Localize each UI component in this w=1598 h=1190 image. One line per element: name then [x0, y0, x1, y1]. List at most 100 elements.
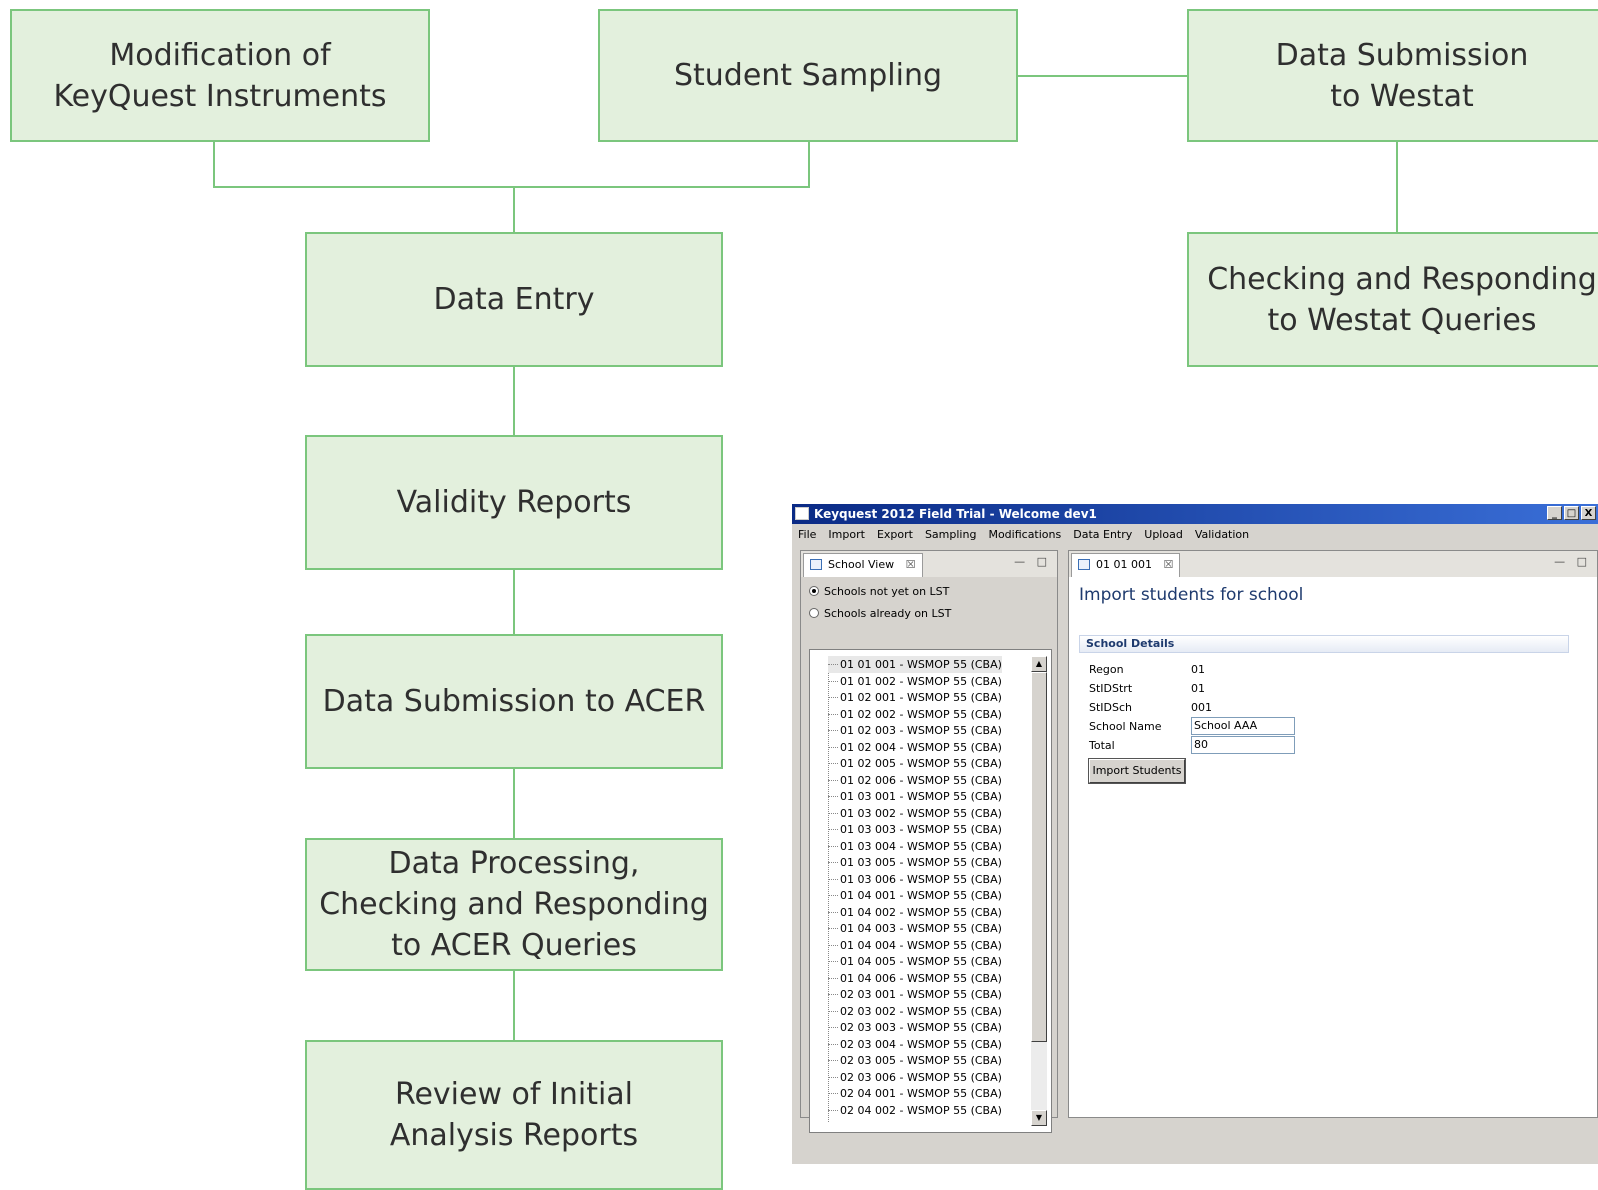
tree-item-school[interactable]: 01 04 004 - WSMOP 55 (CBA) [828, 937, 1002, 954]
close-button[interactable]: X [1581, 506, 1596, 520]
menu-modifications[interactable]: Modifications [982, 524, 1067, 546]
vertical-scrollbar[interactable]: ▲ ▼ [1031, 656, 1047, 1126]
panel-minmax-icons[interactable]: — □ [1554, 555, 1591, 568]
tree-item-school[interactable]: 01 02 003 - WSMOP 55 (CBA) [828, 722, 1002, 739]
window-title: Keyquest 2012 Field Trial - Welcome dev1 [814, 507, 1097, 521]
minimize-button[interactable]: _ [1547, 506, 1562, 520]
scroll-up-icon[interactable]: ▲ [1031, 656, 1047, 672]
node-checking-westat: Checking and Responding to Westat Querie… [1187, 232, 1598, 367]
scroll-down-icon[interactable]: ▼ [1031, 1110, 1047, 1126]
tab-label: School View [828, 558, 895, 571]
tree-item-school[interactable]: 01 04 003 - WSMOP 55 (CBA) [828, 920, 1002, 937]
tree-item-school[interactable]: 02 04 002 - WSMOP 55 (CBA) [828, 1102, 1002, 1119]
region-label: Regon [1089, 663, 1124, 676]
node-modification: Modification of KeyQuest Instruments [10, 9, 430, 142]
tree-item-school[interactable]: 01 04 002 - WSMOP 55 (CBA) [828, 904, 1002, 921]
total-label: Total [1089, 739, 1115, 752]
connector-line [1017, 75, 1188, 77]
node-data-submission-acer: Data Submission to ACER [305, 634, 723, 769]
school-tree[interactable]: ▲ ▼ 01 01 001 - WSMOP 55 (CBA) 01 01 002 … [809, 649, 1052, 1133]
node-data-submission-westat: Data Submission to Westat [1187, 9, 1598, 142]
stidstrt-label: StIDStrt [1089, 682, 1133, 695]
connector-line [513, 970, 515, 1040]
tree-item-school[interactable]: 01 03 002 - WSMOP 55 (CBA) [828, 805, 1002, 822]
stidsch-label: StIDSch [1089, 701, 1133, 714]
school-view-panel: School View ☒ — □ Schools not yet on LST… [800, 550, 1058, 1133]
connector-line [513, 768, 515, 838]
total-field[interactable]: 80 [1191, 736, 1295, 754]
tree-item-school[interactable]: 01 03 003 - WSMOP 55 (CBA) [828, 821, 1002, 838]
window-controls: _ □ X [1547, 506, 1596, 520]
keyquest-window: Keyquest 2012 Field Trial - Welcome dev1… [792, 504, 1598, 1164]
app-icon [795, 507, 809, 520]
maximize-button[interactable]: □ [1564, 506, 1579, 520]
tree-item-school[interactable]: 01 02 005 - WSMOP 55 (CBA) [828, 755, 1002, 772]
tree-item-school[interactable]: 01 03 004 - WSMOP 55 (CBA) [828, 838, 1002, 855]
tree-item-school[interactable]: 01 03 006 - WSMOP 55 (CBA) [828, 871, 1002, 888]
right-tab-bar: 01 01 001 ☒ — □ [1069, 551, 1597, 578]
tree-item-school[interactable]: 02 03 006 - WSMOP 55 (CBA) [828, 1069, 1002, 1086]
tree-item-school[interactable]: 02 03 005 - WSMOP 55 (CBA) [828, 1052, 1002, 1069]
tab-label: 01 01 001 [1096, 558, 1152, 571]
school-name-field[interactable]: School AAA [1191, 717, 1295, 735]
import-students-button[interactable]: Import Students [1088, 758, 1186, 784]
tree-item-school[interactable]: 02 03 004 - WSMOP 55 (CBA) [828, 1036, 1002, 1053]
view-icon [810, 559, 822, 570]
tree-item-school[interactable]: 01 02 004 - WSMOP 55 (CBA) [828, 739, 1002, 756]
school-view-body: Schools not yet on LST Schools already o… [801, 577, 1057, 1133]
menu-data-entry[interactable]: Data Entry [1067, 524, 1138, 546]
menu-file[interactable]: File [792, 524, 822, 546]
tree-item-school[interactable]: 01 01 001 - WSMOP 55 (CBA) [828, 656, 1002, 673]
editor-icon [1078, 559, 1090, 570]
tree-item-school[interactable]: 01 01 002 - WSMOP 55 (CBA) [828, 673, 1002, 690]
tree-item-school[interactable]: 01 02 006 - WSMOP 55 (CBA) [828, 772, 1002, 789]
tree-item-school[interactable]: 02 04 001 - WSMOP 55 (CBA) [828, 1085, 1002, 1102]
connector-line [213, 140, 215, 186]
tree-item-school[interactable]: 01 04 005 - WSMOP 55 (CBA) [828, 953, 1002, 970]
tab-close-icon[interactable]: ☒ [906, 558, 916, 571]
tree-item-school[interactable]: 01 02 002 - WSMOP 55 (CBA) [828, 706, 1002, 723]
tree-item-school[interactable]: 01 03 005 - WSMOP 55 (CBA) [828, 854, 1002, 871]
tree-item-school[interactable]: 02 03 001 - WSMOP 55 (CBA) [828, 986, 1002, 1003]
tab-close-icon[interactable]: ☒ [1163, 558, 1173, 571]
region-value: 01 [1191, 663, 1205, 676]
left-tab-bar: School View ☒ — □ [801, 551, 1057, 578]
connector-line [513, 568, 515, 634]
stidsch-value: 001 [1191, 701, 1212, 714]
stidstrt-value: 01 [1191, 682, 1205, 695]
section-header[interactable]: School Details [1079, 635, 1569, 653]
radio-button[interactable] [809, 608, 819, 618]
radio-button-checked[interactable] [809, 586, 819, 596]
tree-item-school[interactable]: 01 03 001 - WSMOP 55 (CBA) [828, 788, 1002, 805]
node-data-entry: Data Entry [305, 232, 723, 367]
radio-label: Schools not yet on LST [824, 585, 950, 598]
menu-sampling[interactable]: Sampling [919, 524, 983, 546]
radio-schools-not-on-lst[interactable]: Schools not yet on LST [809, 585, 949, 598]
panel-minmax-icons[interactable]: — □ [1014, 555, 1051, 568]
connector-line [513, 186, 515, 232]
tree-item-school[interactable]: 02 03 003 - WSMOP 55 (CBA) [828, 1019, 1002, 1036]
title-bar[interactable]: Keyquest 2012 Field Trial - Welcome dev1… [792, 504, 1598, 524]
tree-item-school[interactable]: 01 04 001 - WSMOP 55 (CBA) [828, 887, 1002, 904]
menu-export[interactable]: Export [871, 524, 919, 546]
connector-line [1396, 140, 1398, 232]
connector-line [513, 366, 515, 436]
radio-schools-on-lst[interactable]: Schools already on LST [809, 607, 951, 620]
menu-validation[interactable]: Validation [1189, 524, 1255, 546]
node-data-processing-acer: Data Processing, Checking and Responding… [305, 838, 723, 971]
tab-school-editor[interactable]: 01 01 001 ☒ [1071, 553, 1181, 577]
node-validity-reports: Validity Reports [305, 435, 723, 570]
scroll-thumb[interactable] [1031, 672, 1047, 1042]
node-review-reports: Review of Initial Analysis Reports [305, 1040, 723, 1190]
tree-item-school[interactable]: 02 03 002 - WSMOP 55 (CBA) [828, 1003, 1002, 1020]
connector-line [213, 186, 810, 188]
node-student-sampling: Student Sampling [598, 9, 1018, 142]
menu-import[interactable]: Import [822, 524, 871, 546]
menu-bar: File Import Export Sampling Modification… [792, 524, 1598, 546]
menu-upload[interactable]: Upload [1138, 524, 1189, 546]
tab-school-view[interactable]: School View ☒ [803, 553, 923, 577]
tree-item-school[interactable]: 01 02 001 - WSMOP 55 (CBA) [828, 689, 1002, 706]
tree-item-school[interactable]: 01 04 006 - WSMOP 55 (CBA) [828, 970, 1002, 987]
school-editor-panel: 01 01 001 ☒ — □ Import students for scho… [1068, 550, 1598, 1118]
page-title: Import students for school [1079, 585, 1304, 605]
